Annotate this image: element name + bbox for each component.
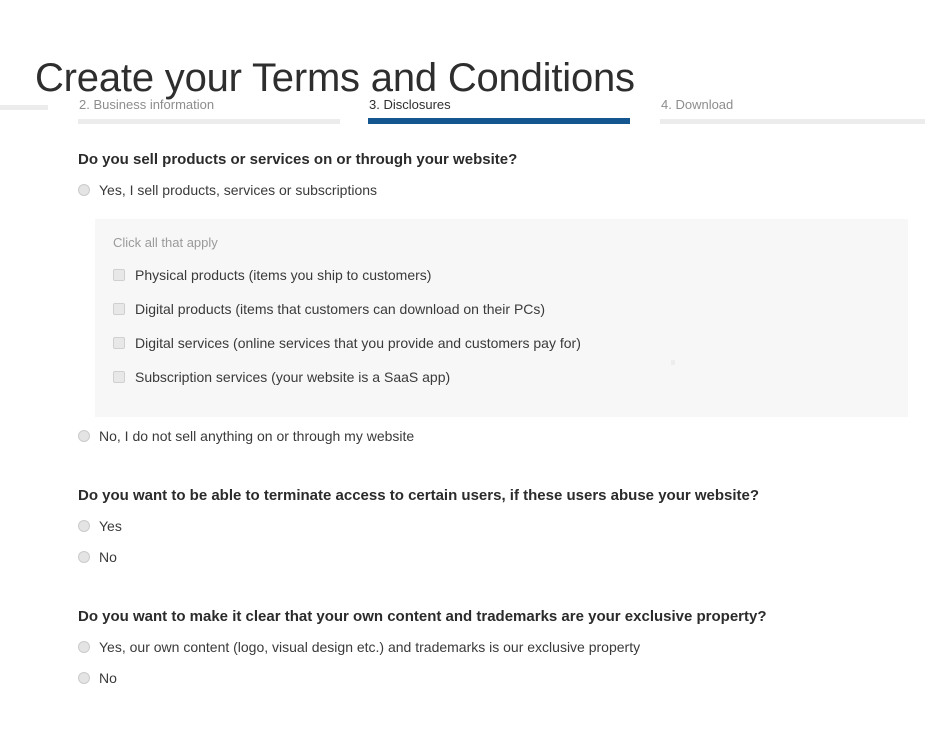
- radio-icon-property-yes[interactable]: [78, 641, 90, 653]
- checkbox-option-digital-services[interactable]: Digital services (online services that y…: [113, 333, 908, 367]
- checkbox-icon-digital-products[interactable]: [113, 303, 125, 315]
- radio-label-terminate-yes: Yes: [99, 518, 122, 534]
- radio-icon-property-no[interactable]: [78, 672, 90, 684]
- question-block-terminate-access: Do you want to be able to terminate acce…: [0, 486, 949, 577]
- radio-option-terminate-yes[interactable]: Yes: [78, 516, 949, 546]
- checkbox-option-physical-products[interactable]: Physical products (items you ship to cus…: [113, 265, 908, 299]
- checkbox-icon-physical-products[interactable]: [113, 269, 125, 281]
- radio-label-property-no: No: [99, 670, 117, 686]
- radio-option-no-sell[interactable]: No, I do not sell anything on or through…: [78, 426, 949, 456]
- radio-icon-no-sell[interactable]: [78, 430, 90, 442]
- radio-icon-terminate-no[interactable]: [78, 551, 90, 563]
- checkbox-icon-digital-services[interactable]: [113, 337, 125, 349]
- step-item-disclosures[interactable]: 3. Disclosures: [368, 98, 630, 124]
- step-item-1-partial[interactable]: [0, 98, 48, 110]
- radio-option-yes-sell[interactable]: Yes, I sell products, services or subscr…: [78, 180, 949, 210]
- step-item-business-information[interactable]: 2. Business information: [78, 98, 340, 124]
- radio-label-yes-sell: Yes, I sell products, services or subscr…: [99, 182, 378, 198]
- radio-label-terminate-no: No: [99, 549, 117, 565]
- checkbox-option-digital-products[interactable]: Digital products (items that customers c…: [113, 299, 908, 333]
- step-label-3: 3. Disclosures: [369, 97, 451, 112]
- radio-icon-yes-sell[interactable]: [78, 184, 90, 196]
- step-bar-3-active: [368, 118, 630, 124]
- question-gap-2: [0, 577, 949, 607]
- question-title-terminate-access: Do you want to be able to terminate acce…: [78, 487, 760, 504]
- checkbox-label-digital-services: Digital services (online services that y…: [135, 335, 581, 351]
- disclosures-form: Do you sell products or services on or t…: [0, 150, 949, 698]
- radio-option-property-no[interactable]: No: [78, 668, 949, 698]
- radio-label-property-yes: Yes, our own content (logo, visual desig…: [99, 639, 641, 655]
- step-label-4: 4. Download: [661, 97, 734, 112]
- checkbox-icon-subscription-services[interactable]: [113, 371, 125, 383]
- radio-label-no-sell: No, I do not sell anything on or through…: [99, 428, 415, 444]
- step-bar-4: [660, 119, 925, 124]
- radio-icon-terminate-yes[interactable]: [78, 520, 90, 532]
- radio-option-terminate-no[interactable]: No: [78, 547, 949, 577]
- checkbox-label-physical-products: Physical products (items you ship to cus…: [135, 267, 432, 283]
- checkbox-label-digital-products: Digital products (items that customers c…: [135, 301, 546, 317]
- question-block-sell-products: Do you sell products or services on or t…: [0, 150, 949, 456]
- question-title-exclusive-property: Do you want to make it clear that your o…: [78, 608, 767, 625]
- checkbox-option-subscription-services[interactable]: Subscription services (your website is a…: [113, 367, 908, 401]
- step-progress-indicator: 2. Business information 3. Disclosures 4…: [0, 98, 949, 126]
- question-block-exclusive-property: Do you want to make it clear that your o…: [0, 607, 949, 698]
- radio-option-property-yes[interactable]: Yes, our own content (logo, visual desig…: [78, 637, 949, 667]
- cursor-artifact: [671, 360, 675, 365]
- checkbox-label-subscription-services: Subscription services (your website is a…: [135, 369, 451, 385]
- step-bar-1: [0, 105, 48, 110]
- question-title-sell-products: Do you sell products or services on or t…: [78, 151, 518, 168]
- step-label-2: 2. Business information: [79, 97, 215, 112]
- question-gap-1: [0, 456, 949, 486]
- step-bar-2: [78, 119, 340, 124]
- page-title: Create your Terms and Conditions: [35, 55, 635, 100]
- panel-spacer: [0, 417, 949, 426]
- panel-hint-click-all: Click all that apply: [113, 235, 218, 250]
- checkbox-panel-product-types: Click all that apply Physical products (…: [95, 219, 908, 417]
- step-item-download[interactable]: 4. Download: [660, 98, 925, 124]
